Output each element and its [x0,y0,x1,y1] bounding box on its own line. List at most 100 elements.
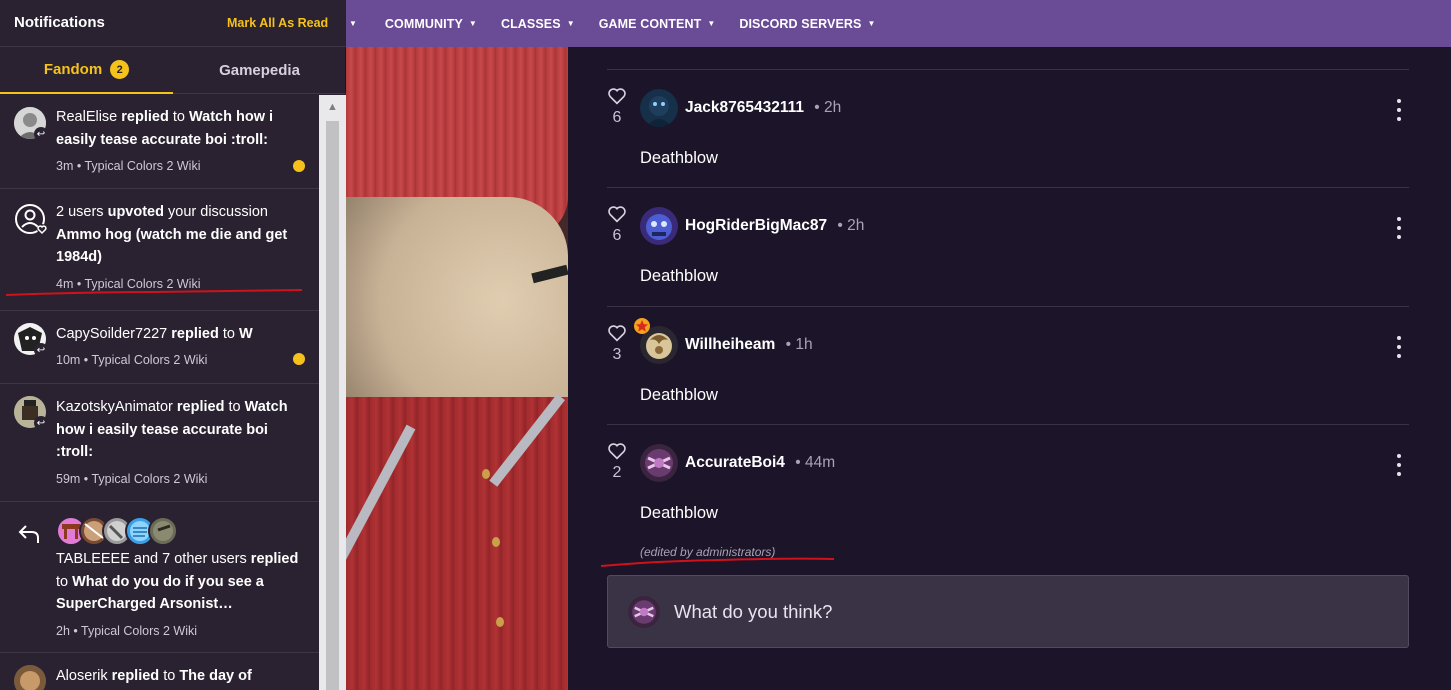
caret-down-icon: ▼ [566,19,575,28]
avatar [148,516,178,546]
notification-text: RealElise replied to Watch how i easily … [56,109,274,148]
red-annotation-underline [5,289,303,296]
notification-meta: 3m • Typical Colors 2 Wiki [56,159,201,173]
unread-dot [293,160,305,172]
notification-text: KazotskyAnimator replied to Watch how i … [56,399,288,460]
notifications-panel: Notifications Mark All As Read Fandom 2 … [0,0,346,690]
notification-item[interactable]: ↩ RealElise replied to Watch how i easil… [0,95,319,189]
shirt-button [496,617,504,627]
notification-list: ↩ RealElise replied to Watch how i easil… [0,95,319,690]
nav-label: COMMUNITY [384,16,463,31]
reply-time: 2h [824,99,842,116]
notification-meta: 59m • Typical Colors 2 Wiki [56,472,208,486]
reply-author[interactable]: HogRiderBigMac87 • 2h [685,217,864,235]
avatar [14,665,46,690]
reply-time: 1h [795,336,813,353]
nav-label: DISCORD SERVERS [739,16,862,31]
reply-author[interactable]: Willheiheam • 1h [685,336,813,354]
notification-text: 2 users upvoted your discussion Ammo hog… [56,204,288,265]
notification-item[interactable]: 2 users upvoted your discussion Ammo hog… [0,189,319,311]
tab-label: Fandom [43,61,103,78]
like-button[interactable]: 3 [604,324,630,364]
more-options-icon[interactable] [1394,454,1404,476]
panel-title: Notifications [14,14,105,31]
notification-meta: 2h • Typical Colors 2 Wiki [56,624,198,638]
reply-body: Deathblow [640,267,718,285]
divider [607,424,1409,425]
nav-community[interactable]: COMMUNITY ▼ [385,17,477,31]
reply-body: Deathblow [640,504,718,522]
reply-time: 44m [804,454,836,471]
reply-author[interactable]: Jack8765432111 • 2h [685,99,841,117]
like-count: 3 [612,346,622,363]
heart-icon [608,206,626,223]
avatar[interactable] [640,89,678,127]
notification-item[interactable]: TABLEEEE and 7 other users replied to Wh… [0,502,319,653]
like-count: 6 [612,227,622,244]
notification-item[interactable]: ↩ KazotskyAnimator replied to Watch how … [0,384,319,502]
top-nav: ▼ COMMUNITY ▼ CLASSES ▼ GAME CONTENT ▼ DISC… [346,0,1451,47]
reply-body: Deathblow [640,386,718,404]
star-badge-icon [634,318,650,334]
divider [607,187,1409,188]
reply-arrow-icon [18,525,39,543]
like-button[interactable]: 6 [604,87,630,127]
notification-tabs: Fandom 2 Gamepedia [0,47,346,94]
notifications-header: Notifications Mark All As Read [0,0,346,47]
nav-discord-servers[interactable]: DISCORD SERVERS ▼ [739,17,875,31]
reply-author[interactable]: AccurateBoi4 • 44m [685,454,835,472]
like-count: 2 [612,464,622,481]
like-count: 6 [612,109,622,126]
scrollbar[interactable]: ▲ [319,95,346,690]
reply-time: 2h [847,217,865,234]
caret-down-icon[interactable]: ▼ [349,19,357,28]
heart-icon [608,443,626,460]
red-annotation-underline [600,557,835,567]
scroll-up-icon[interactable]: ▲ [319,95,346,119]
shirt-button [492,537,500,547]
scroll-thumb[interactable] [326,121,339,690]
notification-text: CapySoilder7227 replied to W [56,326,253,342]
nav-classes[interactable]: CLASSES ▼ [501,17,575,31]
reply-icon: ↩ [34,127,48,141]
notification-item[interactable]: Aloserik replied to The day of [0,653,319,690]
background-artwork [346,47,568,690]
reply-item: 2 AccurateBoi4 • 44m Deathblow [568,442,1451,560]
unread-dot [293,353,305,365]
upvote-user-icon [15,204,47,235]
avatar[interactable] [640,444,678,482]
more-options-icon[interactable] [1394,99,1404,121]
caret-down-icon: ▼ [707,19,716,28]
reply-icon: ↩ [34,343,48,357]
like-button[interactable]: 2 [604,442,630,482]
mark-all-read-button[interactable]: Mark All As Read [227,16,328,30]
unread-count-badge: 2 [110,60,130,79]
notification-item[interactable]: ↩ CapySoilder7227 replied to W 10m • Typ… [0,311,319,384]
caret-down-icon: ▼ [867,19,876,28]
notification-meta: 10m • Typical Colors 2 Wiki [56,353,208,367]
divider [607,306,1409,307]
avatar[interactable] [640,207,678,245]
nav-label: GAME CONTENT [598,16,702,31]
more-options-icon[interactable] [1394,336,1404,358]
shirt-button [482,469,490,479]
heart-icon [608,325,626,342]
heart-icon [608,88,626,105]
like-button[interactable]: 6 [604,205,630,245]
composer-placeholder[interactable]: What do you think? [674,601,832,623]
notification-text: TABLEEEE and 7 other users replied to Wh… [56,551,299,612]
caret-down-icon: ▼ [468,19,477,28]
divider [607,69,1409,70]
reply-composer[interactable]: What do you think? [607,575,1409,648]
tab-label: Gamepedia [219,62,300,79]
character-shirt [346,397,568,690]
notification-text: Aloserik replied to The day of [56,668,252,684]
tab-fandom[interactable]: Fandom 2 [0,47,173,94]
reply-body: Deathblow [640,149,718,167]
nav-game-content[interactable]: GAME CONTENT ▼ [599,17,716,31]
more-options-icon[interactable] [1394,217,1404,239]
tab-gamepedia[interactable]: Gamepedia [173,47,346,94]
avatar [628,596,660,628]
reply-icon: ↩ [34,416,48,430]
nav-label: CLASSES [500,16,561,31]
